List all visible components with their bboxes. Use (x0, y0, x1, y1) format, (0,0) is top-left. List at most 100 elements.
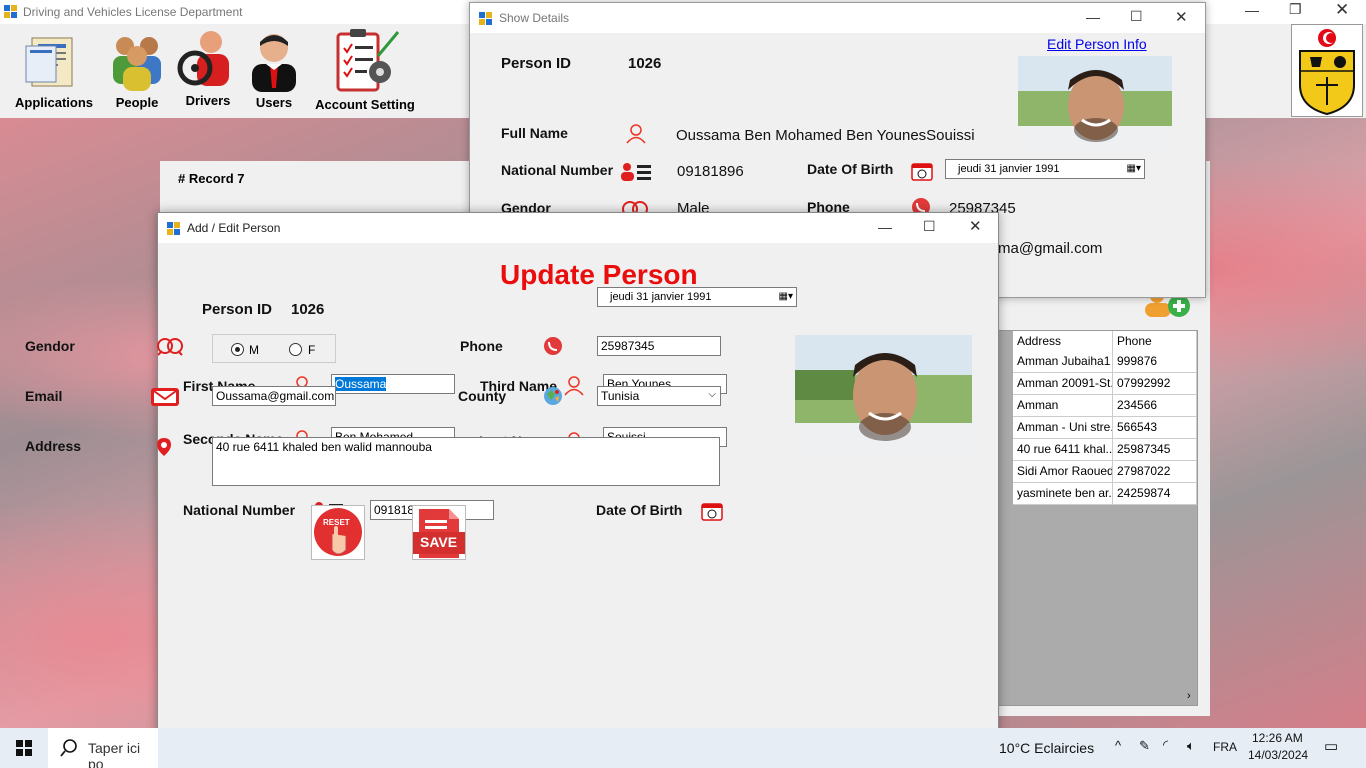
minimize-icon[interactable]: — (1245, 2, 1259, 18)
gender-rings-icon (154, 336, 186, 363)
applications-label: Applications (14, 95, 93, 110)
grid-cell[interactable]: 27987022 (1113, 461, 1197, 483)
calendar-dropdown-icon[interactable]: ▦▾ (1127, 160, 1141, 178)
national-number-value: 09181896 (677, 163, 744, 180)
account-setting-button[interactable]: Account Setting (312, 26, 418, 112)
grid-cell[interactable]: 25987345 (1113, 439, 1197, 461)
drivers-icon (177, 31, 229, 86)
users-label: Users (255, 95, 293, 110)
search-icon (60, 739, 78, 762)
app-icon (479, 12, 492, 30)
grid-cell[interactable]: Sidi Amor Raoued (1013, 461, 1113, 483)
clock-date[interactable]: 14/03/2024 (1248, 748, 1308, 762)
language-indicator[interactable]: FRA (1213, 740, 1237, 754)
people-button[interactable]: People (104, 30, 170, 110)
person-photo (1018, 56, 1172, 155)
minimize-icon[interactable]: — (1086, 9, 1100, 25)
date-of-birth-picker[interactable]: jeudi 31 janvier 1991 ▦▾ (945, 159, 1145, 179)
applications-button[interactable]: Applications (12, 30, 96, 110)
reset-icon (314, 508, 362, 556)
taskbar-search-box[interactable]: Taper ici po (48, 728, 158, 768)
record-count: # Record 7 (178, 171, 245, 186)
person-id-value: 1026 (291, 301, 325, 318)
search-placeholder: Taper ici po (88, 740, 141, 768)
grid-cell[interactable]: Amman 20091-St... (1013, 373, 1113, 395)
person-photo[interactable] (795, 335, 972, 458)
map-icon (543, 386, 563, 411)
scroll-right-icon[interactable]: › (1187, 690, 1191, 702)
grid-column-header[interactable]: Phone (1113, 331, 1197, 353)
tunisia-coat-of-arms-logo (1291, 24, 1363, 117)
main-window-title: Driving and Vehicles License Department (23, 5, 243, 19)
clock-time[interactable]: 12:26 AM (1252, 731, 1303, 745)
calendar-icon (701, 501, 723, 526)
first-name-input[interactable]: Oussama (331, 374, 455, 394)
id-card-icon (620, 162, 652, 187)
national-number-label: National Number (183, 502, 296, 518)
wifi-icon[interactable]: ◜ (1163, 737, 1168, 753)
close-icon[interactable]: ✕ (1175, 8, 1188, 26)
weather-text[interactable]: 10°C Eclaircies (999, 740, 1094, 756)
person-id-label: Person ID (501, 55, 572, 72)
email-label: Email (25, 388, 63, 404)
grid-cell[interactable]: 24259874 (1113, 483, 1197, 505)
notification-icon[interactable]: ▭ (1324, 737, 1338, 755)
grid-cell[interactable]: Amman - Uni stre... (1013, 417, 1113, 439)
grid-cell[interactable]: yasminete ben ar... (1013, 483, 1113, 505)
users-button[interactable]: Users (246, 30, 302, 110)
add-edit-person-window: Add / Edit Person — ☐ ✕ Update Person Pe… (157, 212, 999, 768)
minimize-icon[interactable]: — (878, 219, 892, 235)
grid-column-header[interactable]: Address (1013, 331, 1113, 353)
gender-m-label: M (249, 343, 259, 357)
restore-icon[interactable]: ❐ (1289, 1, 1302, 18)
chevron-up-icon[interactable]: ^ (1115, 738, 1121, 753)
grid-cell[interactable]: Amman Jubaiha1 (1013, 351, 1113, 373)
gender-f-radio[interactable] (289, 343, 302, 356)
person-icon (626, 124, 646, 149)
add-edit-title: Add / Edit Person (187, 221, 281, 235)
gender-f-label: F (308, 343, 316, 357)
county-select[interactable]: Tunisia ⌵ (597, 386, 721, 406)
email-value-partial: ma@gmail.com (998, 240, 1103, 257)
close-icon[interactable]: ✕ (969, 217, 982, 235)
grid-cell[interactable]: 234566 (1113, 395, 1197, 417)
close-icon[interactable]: ✕ (1335, 0, 1349, 20)
gender-group: M F (212, 334, 336, 363)
grid-cell[interactable]: 566543 (1113, 417, 1197, 439)
full-name-value: Oussama Ben Mohamed Ben YounesSouissi (676, 127, 975, 144)
users-icon (252, 34, 296, 92)
gender-m-radio[interactable] (231, 343, 244, 356)
people-grid[interactable]: Address Phone Amman Jubaiha1 999876 Amman 20… (998, 330, 1198, 706)
chevron-down-icon[interactable]: ⌵ (708, 388, 716, 402)
phone-input[interactable]: 25987345 (597, 336, 721, 356)
maximize-icon[interactable]: ☐ (1130, 8, 1143, 25)
calendar-dropdown-icon[interactable]: ▦▾ (779, 288, 793, 306)
drivers-button[interactable]: Drivers (176, 28, 240, 108)
grid-cell[interactable]: 999876 (1113, 351, 1197, 373)
show-details-title: Show Details (499, 11, 570, 25)
phone-icon (543, 336, 563, 361)
speaker-icon[interactable]: 🔈︎ (1187, 738, 1195, 754)
grid-cell[interactable]: 40 rue 6411 khal... (1013, 439, 1113, 461)
date-of-birth-picker[interactable]: jeudi 31 janvier 1991 ▦▾ (597, 287, 797, 307)
pen-icon[interactable]: ✎ (1139, 738, 1150, 754)
grid-cell[interactable]: Amman (1013, 395, 1113, 417)
reset-button[interactable]: RESET (311, 505, 365, 560)
address-textarea[interactable]: 40 rue 6411 khaled ben walid mannouba (212, 437, 720, 486)
windows-start-icon[interactable] (16, 740, 32, 761)
taskbar: Taper ici po 10°C Eclaircies ^ ✎ ◜ 🔈︎ FR… (0, 728, 1366, 768)
date-of-birth-label: Date Of Birth (596, 502, 683, 518)
edit-person-info-link[interactable]: Edit Person Info (1047, 36, 1147, 52)
email-input[interactable]: Oussama@gmail.com (212, 386, 336, 406)
envelope-icon (150, 387, 180, 412)
app-icon (4, 5, 17, 18)
grid-cell[interactable]: 07992992 (1113, 373, 1197, 395)
drivers-label: Drivers (185, 93, 231, 108)
person-icon (564, 376, 584, 401)
maximize-icon[interactable]: ☐ (923, 218, 936, 235)
show-details-title-bar: Show Details — ☐ ✕ (470, 3, 1205, 33)
date-of-birth-value: jeudi 31 janvier 1991 (958, 163, 1060, 175)
county-label: County (458, 388, 507, 404)
save-button[interactable]: SAVE (412, 505, 466, 560)
account-setting-label: Account Setting (315, 97, 415, 112)
